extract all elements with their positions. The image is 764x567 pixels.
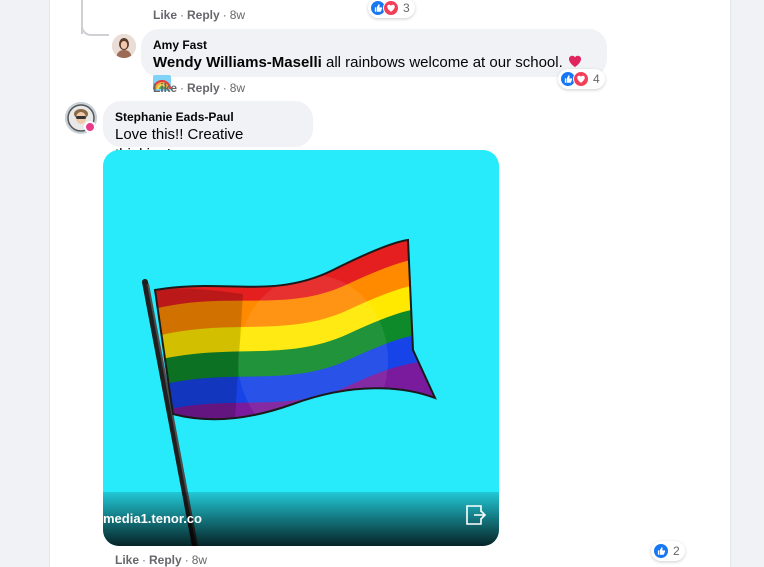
comment-author[interactable]: Amy Fast: [153, 37, 595, 53]
separator: ·: [222, 8, 227, 22]
separator: ·: [184, 553, 189, 567]
comment-actions: Like · Reply · 8w: [153, 8, 245, 22]
thread-connector-curve: [81, 22, 109, 36]
reply-link[interactable]: Reply: [149, 553, 182, 567]
gif-source-domain[interactable]: media1.tenor.co: [103, 511, 202, 526]
separator: ·: [180, 8, 185, 22]
reaction-summary[interactable]: 4: [558, 69, 605, 89]
rainbow-flag-image: [142, 238, 437, 546]
reaction-count: 3: [403, 1, 410, 15]
like-link[interactable]: Like: [153, 8, 177, 22]
love-icon: [573, 71, 589, 87]
reply-link[interactable]: Reply: [187, 8, 220, 22]
reaction-count: 4: [593, 72, 600, 86]
reaction-summary[interactable]: 2: [651, 541, 685, 561]
reply-link[interactable]: Reply: [187, 81, 220, 95]
gif-attachment[interactable]: media1.tenor.co: [103, 150, 499, 546]
love-icon: [383, 0, 399, 16]
like-link[interactable]: Like: [115, 553, 139, 567]
mention-link[interactable]: Wendy Williams-Maselli: [153, 54, 322, 71]
online-status-badge: [84, 121, 96, 133]
timestamp[interactable]: 8w: [230, 8, 245, 22]
comment-bubble: Amy Fast Wendy Williams-Maselli all rain…: [141, 29, 607, 91]
comment-body: all rainbows welcome at our school.: [321, 54, 563, 71]
comment-bubble: Stephanie Eads-Paul Love this!! Creative…: [103, 101, 313, 163]
comment-actions: Like · Reply · 8w: [153, 81, 245, 95]
timestamp[interactable]: 8w: [192, 553, 207, 567]
separator: ·: [142, 553, 147, 567]
avatar[interactable]: [112, 34, 136, 58]
like-link[interactable]: Like: [153, 81, 177, 95]
comment-author[interactable]: Stephanie Eads-Paul: [115, 109, 301, 125]
separator: ·: [222, 81, 227, 95]
comment-actions: Like · Reply · 8w: [115, 553, 207, 567]
reaction-summary[interactable]: 3: [368, 0, 415, 18]
reaction-count: 2: [673, 544, 680, 558]
separator: ·: [180, 81, 185, 95]
like-icon: [653, 543, 669, 559]
open-external-icon[interactable]: [463, 503, 487, 532]
timestamp[interactable]: 8w: [230, 81, 245, 95]
